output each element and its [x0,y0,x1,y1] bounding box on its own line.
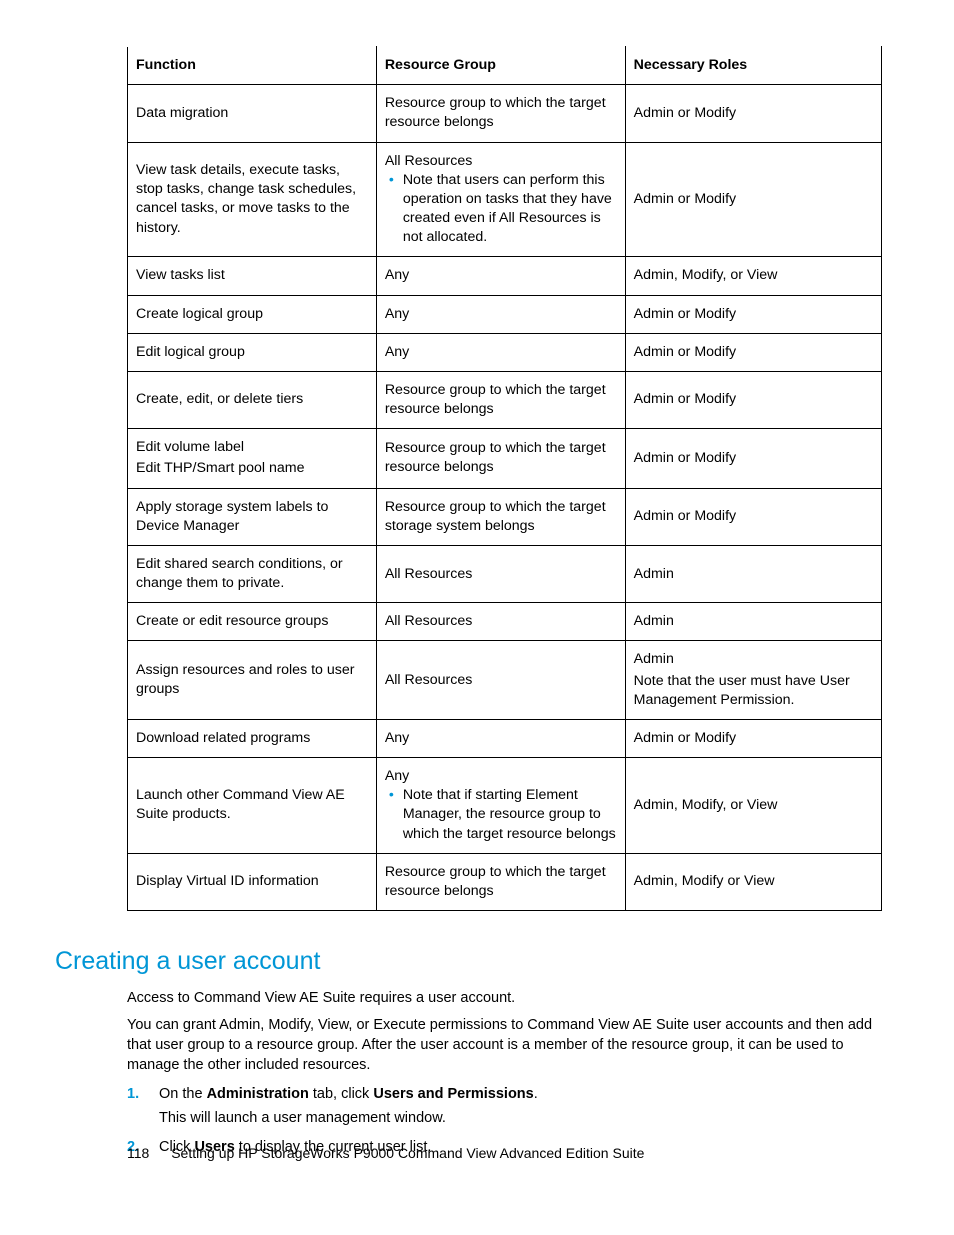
cell-roles: Admin or Modify [625,142,881,257]
cell-roles: Admin or Modify [625,429,881,488]
cell-function: Edit logical group [128,333,377,371]
cell-roles: Admin Note that the user must have User … [625,641,881,720]
cell-function: Assign resources and roles to user group… [128,641,377,720]
cell-resource: Resource group to which the target stora… [376,488,625,545]
cell-roles: Admin, Modify, or View [625,758,881,854]
cell-roles: Admin, Modify, or View [625,257,881,295]
col-header-resource: Resource Group [376,47,625,85]
cell-function: Edit volume label Edit THP/Smart pool na… [128,429,377,488]
table-row: Display Virtual ID information Resource … [128,853,882,910]
cell-resource: Any [376,257,625,295]
cell-resource: All Resources [376,603,625,641]
table-row: Download related programs Any Admin or M… [128,719,882,757]
table-header-row: Function Resource Group Necessary Roles [128,47,882,85]
cell-resource: Any [376,295,625,333]
table-row: Launch other Command View AE Suite produ… [128,758,882,854]
section-paragraph: You can grant Admin, Modify, View, or Ex… [127,1016,882,1075]
table-row: Edit shared search conditions, or change… [128,545,882,602]
step-subtext: This will launch a user management windo… [159,1109,882,1129]
cell-function: Download related programs [128,719,377,757]
table-row: Create logical group Any Admin or Modify [128,295,882,333]
cell-resource: All Resources [376,641,625,720]
cell-resource-note: Note that if starting Element Manager, t… [385,786,617,844]
cell-roles: Admin or Modify [625,85,881,142]
cell-resource: All Resources [376,545,625,602]
table-row: Assign resources and roles to user group… [128,641,882,720]
cell-resource: All Resources Note that users can perfor… [376,142,625,257]
cell-function: Apply storage system labels to Device Ma… [128,488,377,545]
cell-resource-lead: Any [385,767,617,786]
cell-function-line: Edit THP/Smart pool name [136,459,368,478]
table-row: Create or edit resource groups All Resou… [128,603,882,641]
cell-roles-line: Admin [634,650,873,669]
table-row: View task details, execute tasks, stop t… [128,142,882,257]
cell-function-line: Edit volume label [136,438,368,457]
footer-title: Setting up HP StorageWorks P9000 Command… [171,1145,644,1161]
cell-function: Create, edit, or delete tiers [128,371,377,428]
col-header-roles: Necessary Roles [625,47,881,85]
cell-resource: Any [376,719,625,757]
cell-resource: Resource group to which the target resou… [376,429,625,488]
cell-roles: Admin or Modify [625,295,881,333]
step-item: 1. On the Administration tab, click User… [127,1085,882,1128]
cell-roles-line: Note that the user must have User Manage… [634,672,873,710]
table-row: Data migration Resource group to which t… [128,85,882,142]
cell-function: View tasks list [128,257,377,295]
page-footer: 118 Setting up HP StorageWorks P9000 Com… [127,1144,644,1163]
cell-roles: Admin, Modify or View [625,853,881,910]
cell-function: View task details, execute tasks, stop t… [128,142,377,257]
cell-roles: Admin or Modify [625,371,881,428]
section-paragraph: Access to Command View AE Suite requires… [127,989,882,1009]
step-text: On the Administration tab, click Users a… [159,1086,538,1102]
table-row: Edit logical group Any Admin or Modify [128,333,882,371]
cell-resource-lead: All Resources [385,152,617,171]
cell-resource: Resource group to which the target resou… [376,371,625,428]
section-heading: Creating a user account [55,945,882,979]
cell-function: Create logical group [128,295,377,333]
cell-resource: Any [376,333,625,371]
cell-roles: Admin or Modify [625,488,881,545]
cell-function: Launch other Command View AE Suite produ… [128,758,377,854]
page-number: 118 [127,1145,149,1161]
permissions-table: Function Resource Group Necessary Roles … [127,46,882,911]
table-row: Create, edit, or delete tiers Resource g… [128,371,882,428]
cell-roles: Admin or Modify [625,333,881,371]
cell-resource: Any Note that if starting Element Manage… [376,758,625,854]
cell-roles: Admin [625,603,881,641]
cell-function: Data migration [128,85,377,142]
cell-roles: Admin or Modify [625,719,881,757]
cell-function: Edit shared search conditions, or change… [128,545,377,602]
cell-function: Create or edit resource groups [128,603,377,641]
table-row: Edit volume label Edit THP/Smart pool na… [128,429,882,488]
col-header-function: Function [128,47,377,85]
cell-roles: Admin [625,545,881,602]
cell-resource-note: Note that users can perform this operati… [385,171,617,248]
step-number: 1. [127,1085,139,1105]
table-row: View tasks list Any Admin, Modify, or Vi… [128,257,882,295]
table-row: Apply storage system labels to Device Ma… [128,488,882,545]
cell-resource: Resource group to which the target resou… [376,85,625,142]
cell-resource: Resource group to which the target resou… [376,853,625,910]
cell-function: Display Virtual ID information [128,853,377,910]
